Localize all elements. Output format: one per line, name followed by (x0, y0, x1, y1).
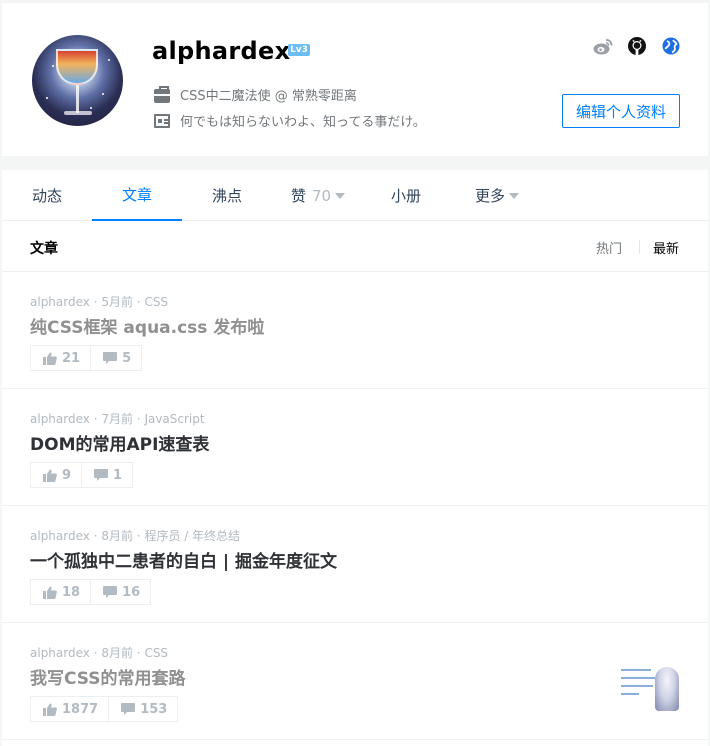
like-count: 9 (62, 467, 72, 483)
tab-bar: 动态 文章 沸点 赞 70 小册 更多 (2, 170, 708, 221)
article-title[interactable]: DOM的常用API速查表 (30, 430, 209, 455)
like-button[interactable]: 18 (31, 580, 90, 604)
edit-profile-button[interactable]: 编辑个人资料 (562, 94, 680, 128)
sort-hot-button[interactable]: 热门 (596, 238, 622, 257)
article-actions: 18 16 (30, 579, 152, 605)
like-count: 21 (62, 350, 81, 366)
comment-count: 153 (140, 701, 168, 717)
article-item[interactable]: alphardex · 5月前 · CSS 纯CSS框架 aqua.css 发布… (2, 272, 708, 389)
avatar[interactable] (32, 35, 123, 126)
comment-button[interactable]: 1 (81, 463, 132, 487)
article-item[interactable]: alphardex · 8月前 · 程序员 / 年终总结 一个孤独中二患者的自白… (2, 506, 708, 623)
comment-icon (103, 352, 118, 364)
article-meta: alphardex · 7月前 · JavaScript (30, 412, 205, 426)
website-icon[interactable] (661, 36, 681, 56)
article-title[interactable]: 一个孤独中二患者的自白 | 掘金年度征文 (30, 547, 337, 572)
comment-icon (103, 586, 118, 598)
section-title: 文章 (30, 241, 58, 257)
article-thumbnail[interactable] (619, 665, 681, 713)
comment-count: 1 (113, 467, 123, 483)
article-meta: alphardex · 8月前 · 程序员 / 年终总结 (30, 529, 241, 543)
like-count: 18 (62, 584, 81, 600)
article-meta: alphardex · 5月前 · CSS (30, 295, 169, 309)
comment-icon (94, 469, 109, 481)
tab-articles[interactable]: 文章 (92, 170, 182, 221)
intro-row: 何でもは知らないわよ、知ってる事だけ。 (154, 111, 426, 130)
article-meta: alphardex · 8月前 · CSS (30, 646, 169, 660)
like-button[interactable]: 1877 (31, 697, 108, 721)
article-title[interactable]: 我写CSS的常用套路 (30, 664, 186, 689)
comment-button[interactable]: 16 (90, 580, 150, 604)
username: alphardex (152, 37, 291, 65)
weibo-icon[interactable] (593, 36, 613, 56)
article-actions: 1877 153 (30, 696, 179, 722)
tab-more[interactable]: 更多 (462, 170, 532, 221)
like-button[interactable]: 21 (31, 346, 90, 370)
id-card-icon (154, 113, 170, 128)
thumbs-up-icon (43, 703, 57, 716)
thumbs-up-icon (43, 586, 57, 599)
likes-count: 70 (311, 186, 332, 205)
sort-newest-button[interactable]: 最新 (653, 238, 679, 257)
content-panel: 动态 文章 沸点 赞 70 小册 更多 文章 热门 最新 alphardex ·… (2, 170, 708, 746)
article-item[interactable]: alphardex · 7月前 · JavaScript DOM的常用API速查… (2, 389, 708, 506)
comment-count: 16 (122, 584, 141, 600)
like-count: 1877 (62, 701, 99, 717)
chevron-down-icon (335, 192, 346, 199)
article-item[interactable]: alphardex · 8月前 · CSS 我写CSS的常用套路 1877 15… (2, 623, 708, 740)
tab-pins[interactable]: 沸点 (196, 170, 258, 221)
section-header: 文章 热门 最新 (2, 222, 708, 272)
tab-activity[interactable]: 动态 (16, 170, 78, 221)
thumbs-up-icon (43, 352, 57, 365)
comment-icon (121, 703, 136, 715)
article-actions: 9 1 (30, 462, 134, 488)
chevron-down-icon (509, 192, 519, 199)
comment-count: 5 (122, 350, 132, 366)
like-button[interactable]: 9 (31, 463, 81, 487)
comment-button[interactable]: 153 (108, 697, 177, 721)
level-badge: Lv3 (288, 44, 310, 56)
article-actions: 21 5 (30, 345, 143, 371)
article-title[interactable]: 纯CSS框架 aqua.css 发布啦 (30, 313, 264, 338)
comment-button[interactable]: 5 (90, 346, 141, 370)
sort-divider (639, 240, 640, 254)
briefcase-icon (154, 85, 170, 103)
tab-likes[interactable]: 赞 70 (280, 170, 356, 221)
profile-card: alphardex Lv3 CSS中二魔法使 @ 常熟零距离 何でもは知らないわ… (2, 3, 708, 156)
job-row: CSS中二魔法使 @ 常熟零距离 (154, 85, 357, 104)
tab-booklets[interactable]: 小册 (376, 170, 436, 221)
job-text: CSS中二魔法使 @ 常熟零距离 (180, 89, 357, 104)
intro-text: 何でもは知らないわよ、知ってる事だけ。 (180, 115, 426, 130)
thumbs-up-icon (43, 469, 57, 482)
github-icon[interactable] (627, 36, 647, 56)
